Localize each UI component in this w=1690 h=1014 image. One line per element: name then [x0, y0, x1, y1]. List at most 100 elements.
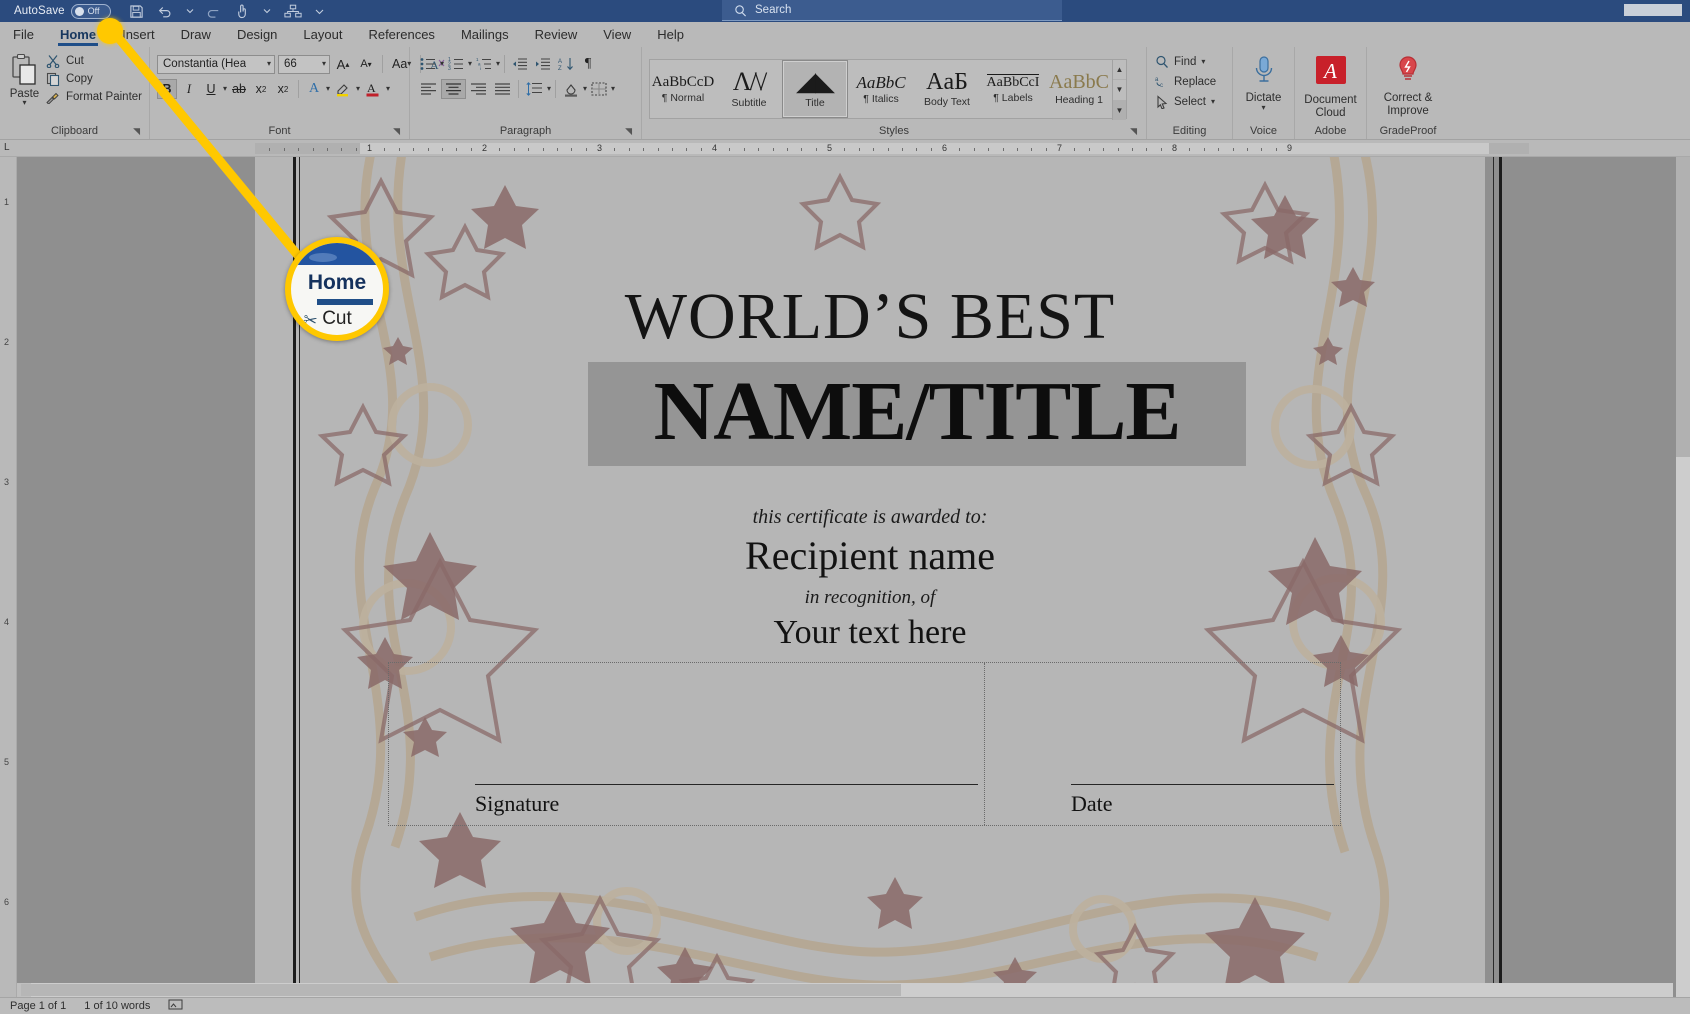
font-name-combo[interactable]: Constantia (Hea ▾ [157, 54, 275, 74]
sort-icon[interactable]: AZ [555, 54, 577, 74]
tab-review[interactable]: Review [522, 22, 591, 47]
certificate-awarded-to[interactable]: this certificate is awarded to: [255, 506, 1485, 529]
paragraph-dialog-launcher[interactable]: ◥ [625, 126, 632, 137]
shading-icon[interactable] [560, 79, 582, 99]
select-button[interactable]: Select ▾ [1154, 95, 1216, 109]
underline-dropdown-icon[interactable]: ▾ [223, 85, 227, 93]
window-buttons-chip[interactable] [1624, 4, 1682, 16]
tab-layout[interactable]: Layout [290, 22, 355, 47]
certificate-recipient[interactable]: Recipient name [255, 532, 1485, 579]
page-info[interactable]: Page 1 of 1 [10, 1000, 66, 1012]
cut-button[interactable]: Cut [46, 54, 142, 68]
touch-mode-icon[interactable] [235, 3, 250, 19]
font-size-combo[interactable]: 66 ▾ [278, 54, 330, 74]
styles-dialog-launcher[interactable]: ◥ [1130, 126, 1137, 137]
tab-file[interactable]: File [0, 22, 47, 47]
strikethrough-button[interactable]: ab [229, 79, 249, 99]
certificate-in-recognition[interactable]: in recognition, of [255, 587, 1485, 609]
find-button[interactable]: Find ▾ [1154, 55, 1216, 69]
numbering-dropdown-icon[interactable]: ▾ [468, 60, 472, 68]
borders-dropdown-icon[interactable]: ▾ [611, 85, 615, 93]
customize-quick-access-icon[interactable] [284, 4, 302, 19]
decrease-indent-icon[interactable] [509, 54, 531, 74]
show-marks-icon[interactable]: ¶ [578, 54, 598, 74]
touch-dropdown-icon[interactable] [263, 7, 271, 15]
find-dropdown-icon[interactable]: ▾ [1201, 58, 1205, 66]
subscript-button[interactable]: x2 [251, 79, 271, 99]
text-effects-dropdown-icon[interactable]: ▾ [326, 85, 330, 93]
style-title[interactable]: ◢◣ Title [782, 60, 848, 118]
select-dropdown-icon[interactable]: ▾ [1211, 98, 1215, 106]
undo-dropdown-icon[interactable] [186, 7, 194, 15]
autosave-toggle[interactable]: Off [70, 3, 111, 19]
tab-mailings[interactable]: Mailings [448, 22, 522, 47]
tab-design[interactable]: Design [224, 22, 290, 47]
copy-button[interactable]: Copy [46, 72, 142, 86]
autosave-control[interactable]: AutoSave Off [14, 3, 111, 19]
shrink-font-button[interactable]: A ▾ [356, 54, 376, 74]
borders-icon[interactable] [588, 79, 610, 99]
signature-cell[interactable]: Signature [389, 663, 985, 825]
format-painter-button[interactable]: Format Painter [46, 90, 142, 104]
font-dialog-launcher[interactable]: ◥ [393, 126, 400, 137]
save-icon[interactable] [129, 4, 144, 19]
styles-more-button[interactable]: ▼ [1113, 100, 1126, 120]
numbering-icon[interactable]: 123 [445, 54, 467, 74]
horizontal-ruler[interactable]: 1 2 3 4 5 6 7 8 9 [0, 140, 1690, 157]
date-label[interactable]: Date [1071, 791, 1113, 817]
paste-button[interactable]: Paste ▾ [7, 51, 42, 107]
spellcheck-icon[interactable] [168, 999, 183, 1014]
shading-dropdown-icon[interactable]: ▾ [583, 85, 587, 93]
grow-font-button[interactable]: A ▴ [333, 54, 353, 74]
line-spacing-dropdown-icon[interactable]: ▾ [547, 85, 551, 93]
increase-indent-icon[interactable] [532, 54, 554, 74]
font-color-dropdown-icon[interactable]: ▾ [386, 85, 390, 93]
date-cell[interactable]: Date [985, 663, 1340, 825]
style-subtitle[interactable]: Λ/\/ Subtitle [716, 60, 782, 118]
italic-button[interactable]: I [179, 79, 199, 99]
dictate-button[interactable]: Dictate ▾ [1240, 51, 1287, 112]
style-normal[interactable]: AaBbCcD ¶ Normal [650, 60, 716, 118]
superscript-button[interactable]: x2 [273, 79, 293, 99]
horizontal-scrollbar[interactable]: ◂ [17, 983, 1673, 997]
tab-selector[interactable]: L [4, 142, 10, 153]
style-italics[interactable]: AaBbC ¶ Italics [848, 60, 914, 118]
tab-help[interactable]: Help [644, 22, 697, 47]
correct-improve-button[interactable]: Correct & Improve [1374, 51, 1442, 119]
undo-icon[interactable] [157, 4, 173, 19]
multilevel-list-icon[interactable]: 1ai [473, 54, 495, 74]
certificate-your-text[interactable]: Your text here [255, 614, 1485, 652]
signature-label[interactable]: Signature [475, 791, 559, 817]
document-page[interactable]: WORLD’S BEST NAME/TITLE this certificate… [255, 157, 1485, 997]
vertical-ruler[interactable]: 1 2 3 4 5 6 [0, 157, 17, 997]
style-body-text[interactable]: AaБ Body Text [914, 60, 980, 118]
text-effects-button[interactable]: A [304, 79, 324, 99]
document-cloud-button[interactable]: A Document Cloud [1302, 51, 1359, 121]
multilevel-dropdown-icon[interactable]: ▾ [496, 60, 500, 68]
redo-icon[interactable] [207, 4, 222, 19]
certificate-headline[interactable]: WORLD’S BEST [255, 279, 1485, 355]
signature-table[interactable]: Signature Date [388, 662, 1341, 826]
bullets-dropdown-icon[interactable]: ▾ [440, 60, 444, 68]
highlight-dropdown-icon[interactable]: ▾ [356, 85, 360, 93]
chevron-down-icon[interactable]: ▾ [322, 60, 326, 68]
underline-button[interactable]: U [201, 79, 221, 99]
search-box[interactable]: Search [722, 0, 1062, 21]
tab-draw[interactable]: Draw [168, 22, 224, 47]
align-center-icon[interactable] [441, 79, 466, 99]
certificate-name-title[interactable]: NAME/TITLE [588, 367, 1246, 456]
chevron-down-icon[interactable]: ▾ [267, 60, 271, 68]
tab-references[interactable]: References [355, 22, 447, 47]
bullets-icon[interactable] [417, 54, 439, 74]
vertical-scroll-thumb[interactable] [1676, 157, 1690, 457]
align-right-icon[interactable] [467, 79, 490, 99]
justify-icon[interactable] [491, 79, 514, 99]
tab-view[interactable]: View [590, 22, 644, 47]
style-labels[interactable]: AaBbCcI ¶ Labels [980, 60, 1046, 118]
document-canvas[interactable]: WORLD’S BEST NAME/TITLE this certificate… [17, 157, 1690, 997]
word-count[interactable]: 1 of 10 words [84, 1000, 150, 1012]
vertical-scrollbar[interactable] [1676, 157, 1690, 997]
paste-dropdown-icon[interactable]: ▾ [22, 99, 26, 107]
styles-scroll-up-button[interactable]: ▲ [1113, 60, 1126, 81]
clipboard-dialog-launcher[interactable]: ◥ [133, 126, 140, 137]
